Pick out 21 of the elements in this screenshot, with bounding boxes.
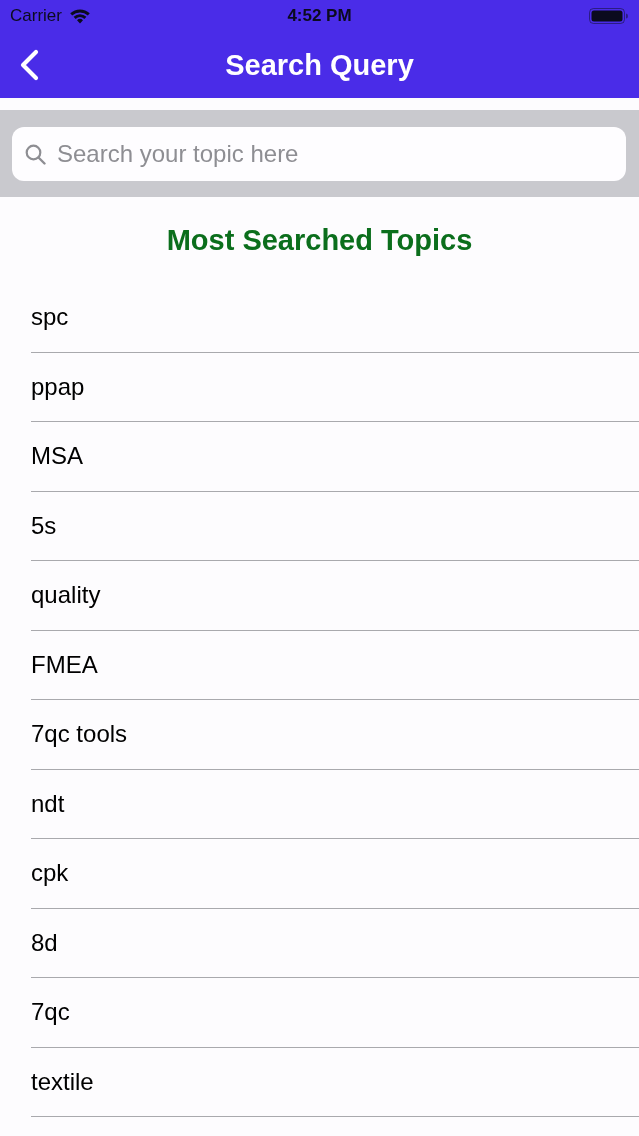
status-time: 4:52 PM [287,6,352,26]
topic-item[interactable]: 7qc [31,978,639,1048]
search-field[interactable]: Search your topic here [12,127,626,181]
section-title: Most Searched Topics [166,223,473,257]
search-icon [25,143,46,165]
topic-item[interactable]: ndt [31,769,639,839]
topic-item[interactable]: MSA [31,422,639,492]
topic-item[interactable]: 8d [31,908,639,978]
topic-item[interactable]: 5s [31,491,639,561]
carrier-name: Carrier [10,6,62,26]
topic-item[interactable]: quality [31,561,639,631]
chevron-left-icon [19,49,39,81]
topic-item[interactable]: spc [31,283,639,353]
topic-item[interactable]: ppap [31,352,639,422]
topic-item[interactable]: 7qc tools [31,700,639,770]
topic-item[interactable]: textile [31,1047,639,1117]
wifi-icon [69,8,90,24]
battery-icon [589,8,628,24]
topic-item[interactable]: cpk [31,839,639,909]
topic-item[interactable]: FMEA [31,630,639,700]
screen-title: Search Query [225,48,414,82]
